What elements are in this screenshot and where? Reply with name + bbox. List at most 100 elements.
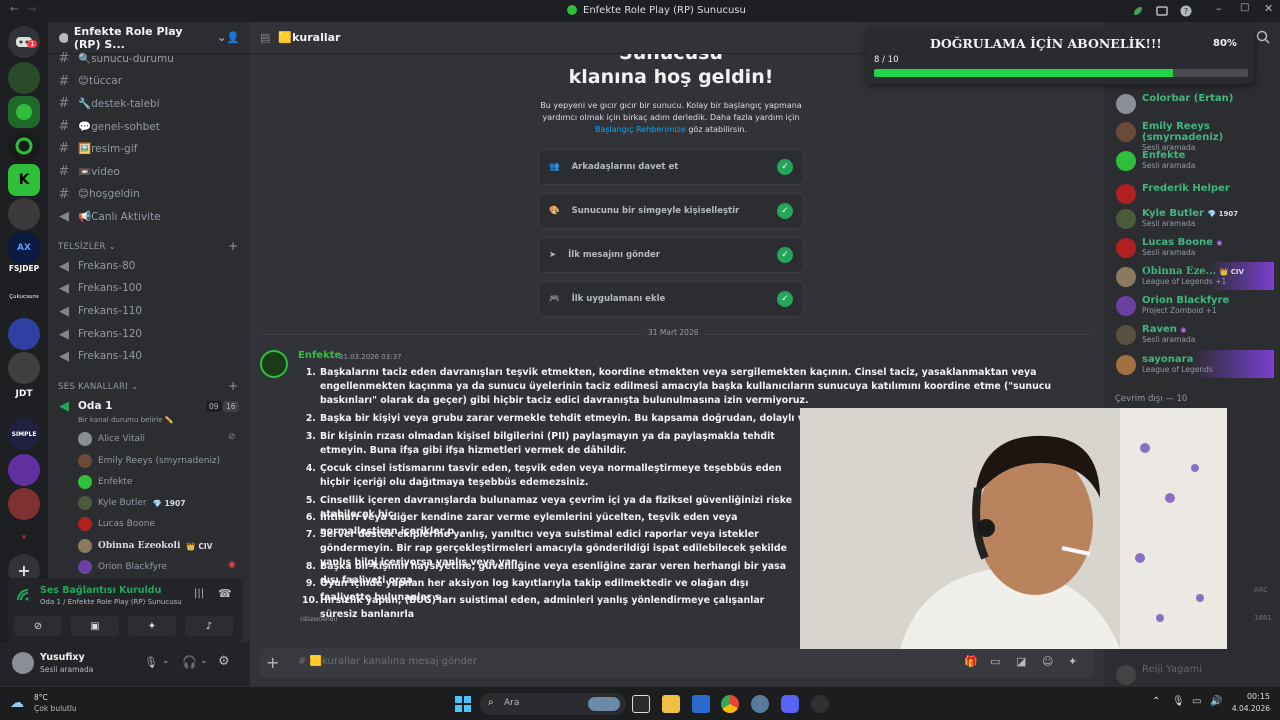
voice-connected-title[interactable]: Ses Bağlantısı Kuruldu [40,585,161,596]
nitro-leaf-icon[interactable] [1132,5,1144,17]
server-icon-7[interactable]: ▾ [8,522,40,554]
channel-frekans-110[interactable]: ◀ Frekans-110 [58,301,142,321]
step-invite-friends[interactable]: 👥 Arkadaşlarını davet et ✓ [538,149,804,185]
voice-user[interactable]: Emily Reeys (smyrnadeniz) [78,451,220,471]
server-icon-4[interactable] [8,352,40,384]
server-icon-simple[interactable]: SIMPLE [8,418,40,450]
step-personalize-icon[interactable]: 🎨 Sunucunu bir simgeyle kişiselleştir ✓ [538,193,804,229]
channel-frekans-100[interactable]: ◀ Frekans-100 [58,278,142,298]
activities-button[interactable]: ✦ [128,616,176,636]
disconnect-icon[interactable]: ☎ [218,587,232,600]
clock-date[interactable]: 4.04.2026 [1220,704,1270,713]
weather-desc[interactable]: Çok bulutlu [34,704,77,713]
member-item[interactable]: Orion Blackfyre Project Zomboid +1 [1116,295,1229,316]
server-icon-5[interactable] [8,454,40,486]
category-ses-kanallari[interactable]: SES KANALLARI ⌄ [58,382,139,392]
signal-icon[interactable] [16,588,30,602]
voice-user[interactable]: Obinna Ezeokoli 👑 CIV [78,536,212,556]
inbox-icon[interactable] [1156,5,1168,17]
close-icon[interactable]: ✕ [1264,2,1273,15]
channel-oda-1[interactable]: ◀ Oda 1 [58,396,113,416]
message-author[interactable]: Enfekte [298,350,341,361]
chevron-down-icon[interactable]: ⌄ [162,656,170,666]
member-item[interactable]: Lucas Boone ◉ Sesli aramada [1116,237,1222,258]
member-item[interactable]: Reiji Yagami [1116,664,1202,685]
username[interactable]: Yusufixy [40,652,85,663]
back-arrow-icon[interactable]: ← [10,4,18,15]
member-item[interactable]: Raven ◉ Sesli aramada [1116,324,1195,345]
channel-frekans-120[interactable]: ◀ Frekans-120 [58,324,142,344]
server-icon-6[interactable] [8,488,40,520]
microphone-icon[interactable]: 🎙 [144,656,158,669]
help-icon[interactable]: ? [1180,5,1192,17]
server-icon-1[interactable] [8,62,40,94]
task-view-icon[interactable] [632,695,650,713]
soundboard-button[interactable]: ♪ [185,616,233,636]
file-explorer-icon[interactable] [662,695,680,713]
tray-display-icon[interactable]: ▭ [1192,696,1201,707]
category-telsizler[interactable]: TELSİZLER ⌄ [58,242,116,252]
step-first-message[interactable]: ➤ İlk mesajını gönder ✓ [538,237,804,273]
chrome-icon[interactable] [721,695,739,713]
screen-share-button[interactable]: ▣ [71,616,119,636]
add-channel-icon[interactable]: + [228,239,238,253]
channel-frekans-80[interactable]: ◀ Frekans-80 [58,256,135,276]
member-item[interactable]: Frederik Helper [1116,183,1230,204]
video-off-button[interactable]: ⊘ [14,616,62,636]
member-item[interactable]: Emily Reeys (smyrnadeniz) Sesli aramada [1116,121,1280,152]
app-icon[interactable] [751,695,769,713]
channel-canli-aktivite[interactable]: ◀ 📢Canlı Aktivite [58,206,161,226]
server-icon-3[interactable] [8,318,40,350]
voice-connected-sub[interactable]: Oda 1 / Enfekte Role Play (RP) Sunucusu [40,598,182,606]
channel-video[interactable]: # 📼video [58,161,120,181]
search-icon[interactable] [1256,30,1270,44]
headphones-icon[interactable]: 🎧 [182,655,197,669]
server-icon-2[interactable] [8,198,40,230]
voice-user[interactable]: Kyle Butler 💎 1907 [78,493,185,513]
member-item[interactable]: Colorbar (Ertan) [1116,93,1233,114]
step-add-app[interactable]: 🎮 İlk uygulamanı ekle ✓ [538,281,804,317]
server-icon-k[interactable]: K [8,164,40,196]
channel-resim-gif[interactable]: # 🖼️resim-gif [58,138,138,158]
member-item[interactable]: Kyle Butler 💎 1907 Sesli aramada [1116,208,1238,229]
author-avatar[interactable] [260,350,288,378]
maximize-icon[interactable]: □ [1240,2,1249,13]
windows-start-icon[interactable] [455,696,471,712]
channel-sunucu-durumu[interactable]: # 🔍sunucu-durumu [58,48,174,68]
voice-user[interactable]: Lucas Boone [78,514,155,534]
server-icon-cukucsuns[interactable]: Çukucsuns [4,294,44,300]
sticker-icon[interactable]: ◪ [1016,655,1026,668]
taskbar-search[interactable]: ⌕ Ara [480,693,626,715]
store-icon[interactable] [692,695,710,713]
server-icon-biohazard[interactable] [8,130,40,162]
composer-input[interactable]: # 🟨kurallar kanalına mesaj gönder [298,656,477,667]
apps-icon[interactable]: ✦ [1068,655,1077,668]
server-icon-enfekte[interactable] [8,96,40,128]
chevron-down-icon[interactable]: ⌄ [200,656,208,666]
server-icon-ax[interactable]: AX [8,232,40,264]
member-item[interactable]: Enfekte Sesli aramada [1116,150,1195,171]
member-item[interactable]: Obinna Eze... 👑 CIV League of Legends +1 [1116,266,1244,287]
minimize-icon[interactable]: – [1216,2,1222,15]
threads-icon[interactable]: ▤ [260,31,270,44]
forward-arrow-icon[interactable]: → [28,4,36,15]
add-member-icon[interactable]: 👤 [226,31,240,44]
settings-gear-icon[interactable]: ⚙ [218,654,230,669]
voice-user[interactable]: Enfekte [78,472,132,492]
add-channel-icon[interactable]: + [228,379,238,393]
gif-icon[interactable]: ▭ [990,655,1000,668]
member-item[interactable]: sayonara League of Legends [1116,354,1213,375]
clock-time[interactable]: 00:15 [1220,692,1270,701]
emoji-icon[interactable]: ☺ [1042,655,1053,668]
noise-suppression-icon[interactable]: ||| [194,588,204,599]
gift-icon[interactable]: 🎁 [964,655,978,668]
discord-taskbar-icon[interactable] [781,695,799,713]
voice-user[interactable]: Alice Vitali [78,429,145,449]
voice-user[interactable]: Orion Blackfyre [78,557,167,577]
channel-tuccar[interactable]: # 😊tüccar [58,71,122,91]
channel-frekans-140[interactable]: ◀ Frekans-140 [58,346,142,366]
avatar[interactable] [12,652,34,674]
channel-destek-talebi[interactable]: # 🔧destek-talebi [58,93,160,113]
add-attachment-icon[interactable]: + [266,653,279,672]
recorder-taskbar-icon[interactable] [811,695,829,713]
